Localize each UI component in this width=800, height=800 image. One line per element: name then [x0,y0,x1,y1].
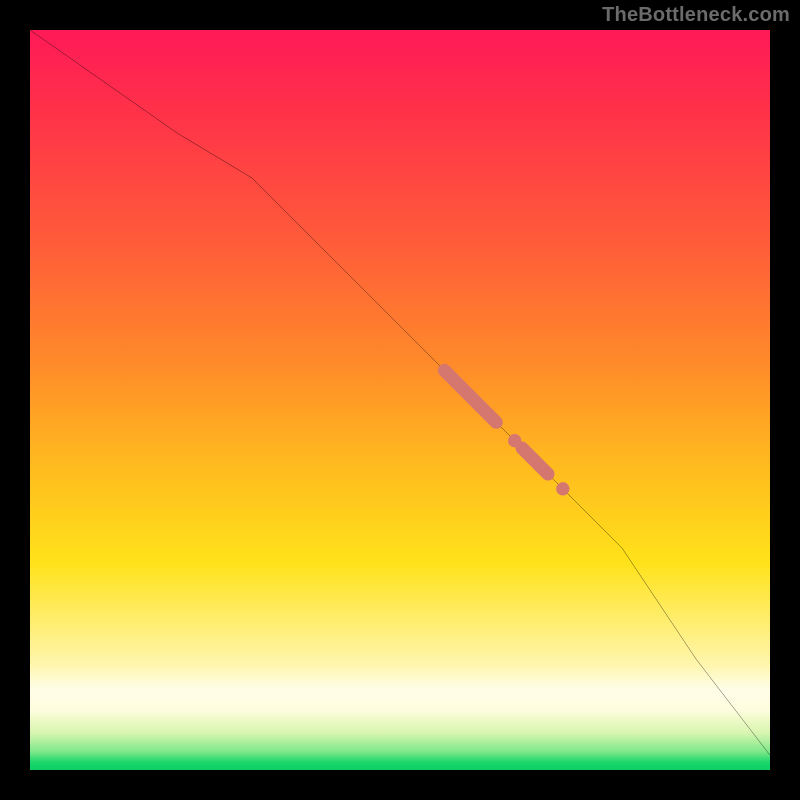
marker-segment-a [444,370,496,422]
plot-area [30,30,770,770]
bottleneck-curve [30,30,770,755]
marker-dot-d [556,482,569,495]
chart-frame: TheBottleneck.com [0,0,800,800]
marker-segment-c [522,448,548,474]
chart-svg-layer [30,30,770,770]
watermark-text: TheBottleneck.com [602,4,790,27]
